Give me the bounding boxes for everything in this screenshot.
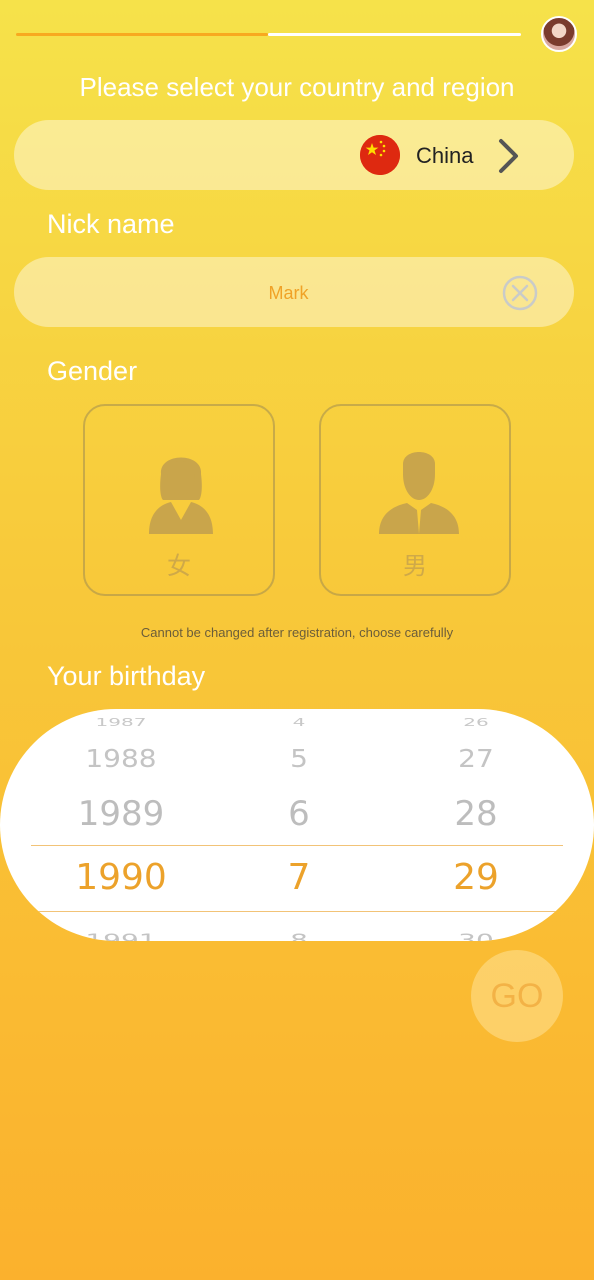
progress-remaining: [268, 33, 521, 36]
china-flag-icon: [360, 135, 400, 175]
selection-divider: [31, 911, 563, 912]
gender-female-option[interactable]: 女: [83, 404, 275, 596]
gender-label: Gender: [47, 356, 138, 386]
female-icon: [149, 457, 213, 534]
day-option[interactable]: 28: [377, 794, 575, 834]
day-selected[interactable]: 29: [377, 857, 575, 898]
month-selected[interactable]: 7: [200, 857, 398, 898]
day-option[interactable]: 30: [377, 931, 575, 941]
day-option[interactable]: 26: [377, 715, 575, 728]
birthday-picker[interactable]: 1987 1988 1989 1990 1991 4 5 6 7 8 26 27…: [0, 709, 594, 941]
step-progress-bar: [16, 33, 521, 36]
country-selector[interactable]: China: [14, 120, 574, 190]
month-option[interactable]: 5: [200, 744, 398, 773]
year-option[interactable]: 1987: [22, 715, 220, 728]
page-title: Please select your country and region: [79, 72, 515, 102]
gender-male-option[interactable]: 男: [319, 404, 511, 596]
day-option[interactable]: 27: [377, 744, 575, 773]
clear-icon[interactable]: [502, 275, 538, 316]
year-option[interactable]: 1991: [22, 931, 220, 941]
go-button[interactable]: GO: [471, 950, 563, 1042]
avatar[interactable]: [541, 16, 577, 52]
gender-male-label: 男: [403, 552, 427, 580]
month-option[interactable]: 4: [200, 715, 398, 728]
chevron-right-icon: [496, 138, 520, 179]
month-wheel[interactable]: 4 5 6 7 8: [200, 709, 398, 941]
nickname-field: [14, 257, 574, 329]
gender-female-label: 女: [167, 552, 191, 580]
month-option[interactable]: 8: [200, 931, 398, 941]
nickname-input[interactable]: [74, 257, 503, 329]
country-name: China: [416, 143, 474, 168]
birthday-label: Your birthday: [47, 661, 206, 691]
day-wheel[interactable]: 26 27 28 29 30: [377, 709, 575, 941]
year-selected[interactable]: 1990: [22, 857, 220, 898]
nickname-label: Nick name: [47, 209, 175, 239]
year-wheel[interactable]: 1987 1988 1989 1990 1991: [22, 709, 220, 941]
year-option[interactable]: 1988: [22, 744, 220, 773]
month-option[interactable]: 6: [200, 794, 398, 834]
selection-divider: [31, 845, 563, 846]
gender-warning: Cannot be changed after registration, ch…: [140, 625, 454, 640]
progress-done: [16, 33, 268, 36]
male-icon: [379, 452, 459, 534]
year-option[interactable]: 1989: [22, 794, 220, 834]
